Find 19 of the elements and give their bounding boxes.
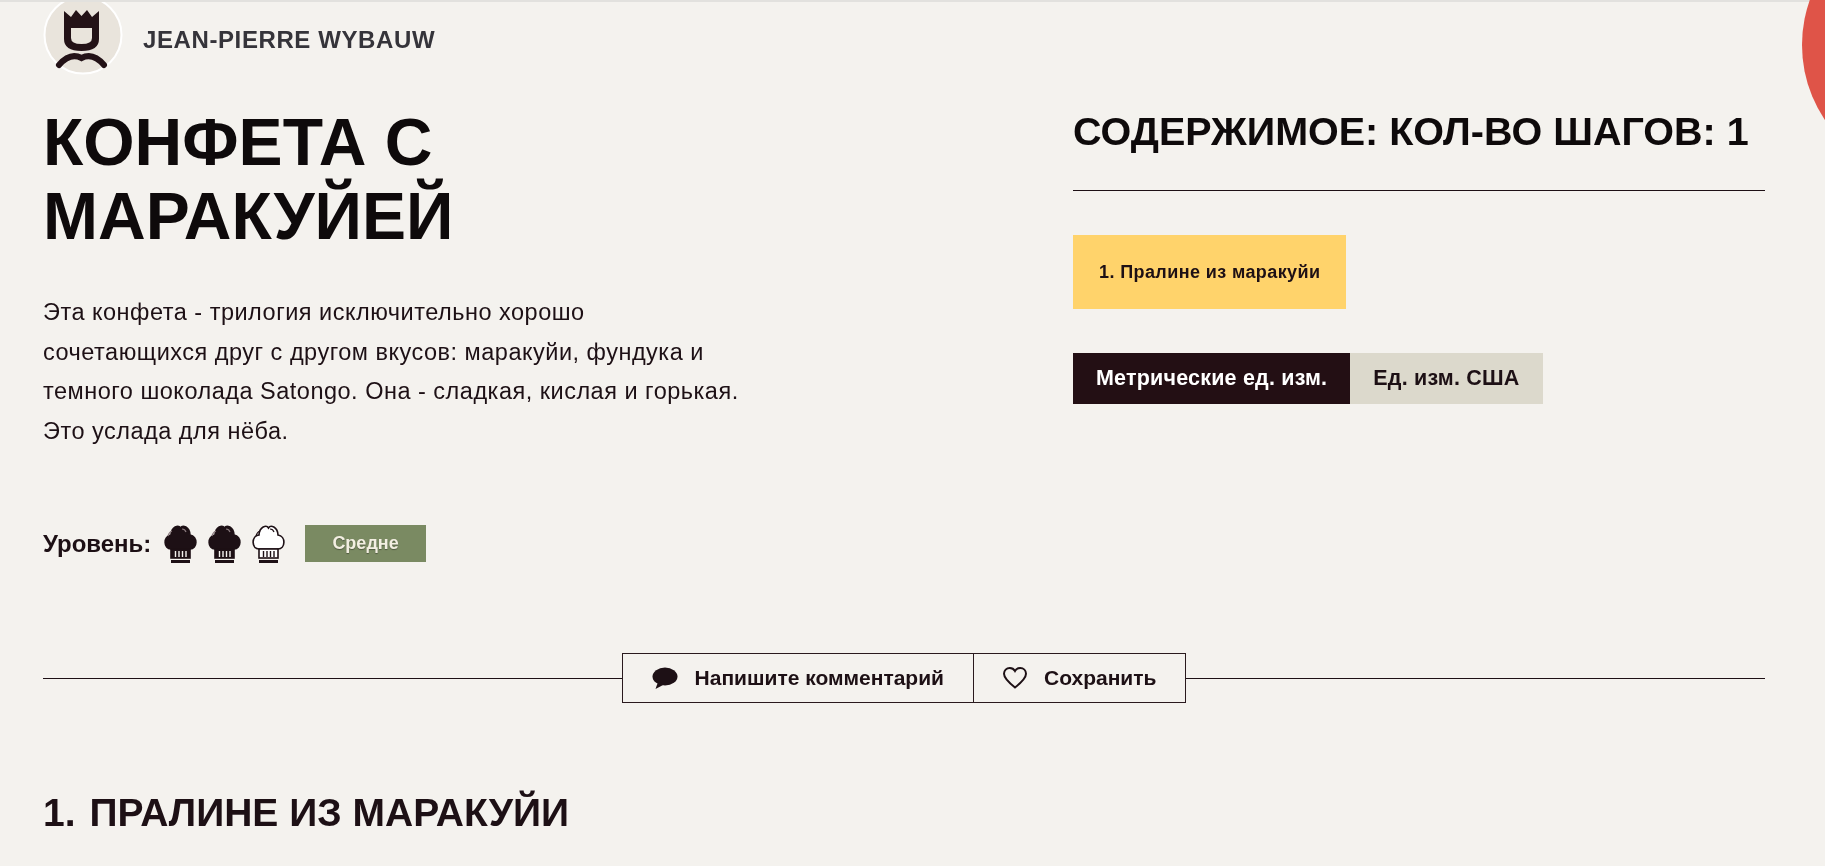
- recipe-description: Эта конфета - трилогия исключительно хорошо сочетающихся друг с другом вкусов: маракуйи, фундука и темного шоколада Satongo. Она - сладкая, кислая и горькая. Это услада для нёба.: [43, 298, 740, 446]
- chef-hat-icon: [162, 523, 200, 564]
- step-link[interactable]: 1. Пралине из маракуйи: [1073, 235, 1347, 309]
- chef-hat-icon: [206, 523, 244, 564]
- unit-tab[interactable]: Ед. изм. США: [1350, 353, 1543, 404]
- step-number: 1.: [43, 790, 76, 836]
- step-heading: ПРАЛИНЕ ИЗ МАРАКУЙИ: [89, 789, 569, 836]
- avatar-icon: [43, 2, 123, 75]
- speech-bubble-icon: [651, 667, 678, 689]
- unit-tab[interactable]: Метрические ед. изм.: [1073, 353, 1351, 404]
- heart-icon: [1003, 667, 1027, 689]
- difficulty-badge: Средне: [305, 525, 426, 562]
- comment-button[interactable]: Напишите комментарий: [621, 653, 974, 703]
- author-name[interactable]: JEAN-PIERRE WYBAUW: [143, 2, 436, 58]
- contents-title: СОДЕРЖИМОЕ: КОЛ-ВО ШАГОВ: 1: [1073, 110, 1750, 152]
- chef-hat-icon: [250, 523, 288, 564]
- recipe-title: КОНФЕТА С МАРАКУЙЕЙ: [43, 105, 455, 253]
- save-button[interactable]: Сохранить: [974, 653, 1187, 703]
- level-label: Уровень:: [43, 528, 152, 559]
